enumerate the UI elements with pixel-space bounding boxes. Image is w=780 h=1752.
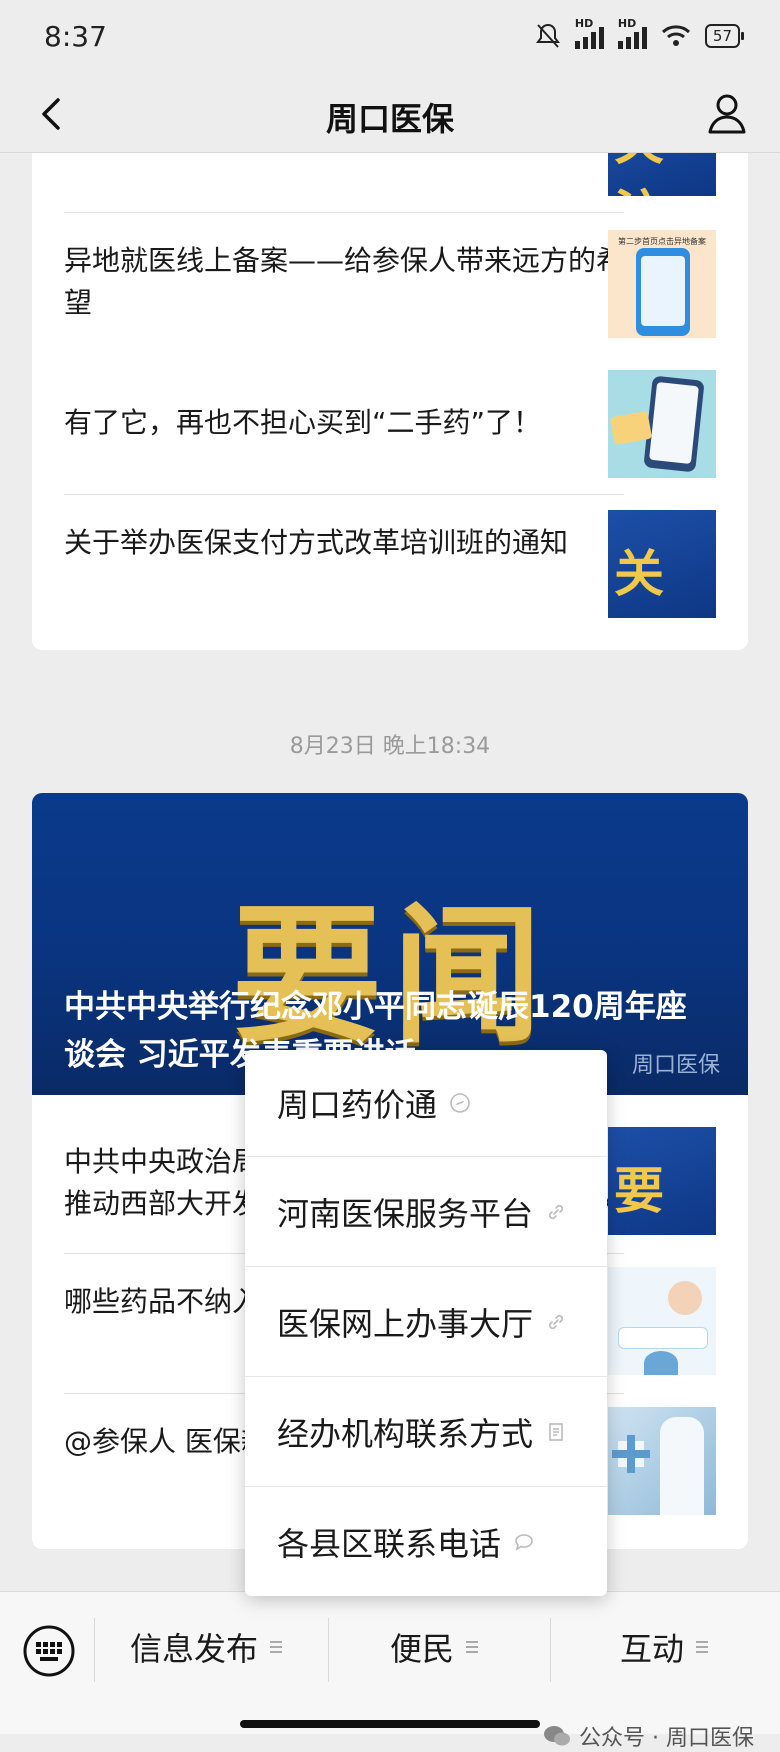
watermark-text: 公众号 · 周口医保 bbox=[579, 1726, 754, 1751]
menu-item-online-hall[interactable]: 医保网上办事大厅 bbox=[245, 1266, 607, 1376]
user-profile-icon[interactable] bbox=[702, 88, 752, 138]
status-icons: HD HD 57 bbox=[535, 17, 745, 50]
article-title: 关于举办医保支付方式改革培训班的通知 bbox=[64, 526, 569, 559]
bell-muted-icon bbox=[535, 23, 560, 48]
article-title: 异地就医线上备案——给参保人带来远方的希望 bbox=[64, 244, 625, 319]
wifi-icon bbox=[661, 25, 690, 46]
divider bbox=[64, 494, 624, 495]
document-icon bbox=[549, 1422, 563, 1441]
menu-item-label: 经办机构联系方式 bbox=[277, 1414, 534, 1453]
page-title: 周口医保 bbox=[325, 100, 454, 138]
menu-convenience[interactable]: 便民 bbox=[390, 1624, 479, 1670]
list-item[interactable]: 关于举办医保支付方式改革培训班的通知 bbox=[64, 522, 624, 564]
back-arrow-icon[interactable] bbox=[30, 90, 78, 138]
watermark: 公众号 · 周口医保 bbox=[543, 1720, 754, 1752]
keyboard-icon[interactable] bbox=[22, 1624, 76, 1678]
link-icon bbox=[548, 1204, 564, 1219]
menu-interaction[interactable]: 互动 bbox=[620, 1624, 709, 1670]
home-indicator[interactable] bbox=[240, 1720, 540, 1728]
cell-signal-icon-2: HD bbox=[617, 17, 647, 49]
article-title: 有了它，再也不担心买到“二手药”了！ bbox=[64, 406, 542, 439]
miniprogram-icon bbox=[450, 1093, 470, 1113]
article-thumbnail[interactable]: 第二步首页点击异地备案 bbox=[608, 230, 716, 338]
bottom-menu-bar: 信息发布 便民 互动 公众号 · 周口医保 bbox=[0, 1591, 780, 1751]
timestamp-label: 8月23日 晚上18:34 bbox=[289, 734, 491, 759]
menu-item-label: 周口药价通 bbox=[277, 1086, 438, 1124]
article-thumbnail[interactable] bbox=[608, 1407, 716, 1515]
cell-signal-icon: HD bbox=[574, 17, 604, 49]
menu-item-henan-service-platform[interactable]: 河南医保服务平台 bbox=[245, 1156, 607, 1266]
hero-source: 周口医保 bbox=[631, 1053, 720, 1078]
list-item[interactable]: 异地就医线上备案——给参保人带来远方的希望 bbox=[64, 240, 624, 324]
nav-bar: 周口医保 bbox=[0, 76, 780, 153]
status-bar: 8:37 HD HD 57 bbox=[0, 0, 780, 76]
article-card-1: 关注 异地就医线上备案——给参保人带来远方的希望 第二步首页点击异地备案 有了它… bbox=[32, 110, 748, 650]
menu-item-label: 医保网上办事大厅 bbox=[277, 1304, 534, 1343]
menu-item-agency-contacts[interactable]: 经办机构联系方式 bbox=[245, 1376, 607, 1486]
divider bbox=[64, 212, 624, 213]
submenu-popup: 周口药价通 河南医保服务平台 医保网上办事大厅 经办机构联系方式 各县区联系电话 bbox=[245, 1050, 607, 1596]
menu-item-label: 各县区联系电话 bbox=[277, 1524, 502, 1563]
battery-indicator: 57 bbox=[704, 24, 745, 48]
menu-item-label: 河南医保服务平台 bbox=[277, 1194, 534, 1233]
divider bbox=[94, 1618, 95, 1682]
chat-bubble-icon bbox=[515, 1533, 533, 1551]
menu-info-release[interactable]: 信息发布 bbox=[130, 1624, 283, 1670]
menu-label: 互动 bbox=[620, 1630, 685, 1668]
menu-item-zhoukou-drug-price[interactable]: 周口药价通 bbox=[245, 1050, 607, 1156]
menu-lines-icon bbox=[466, 1641, 479, 1653]
list-item[interactable]: 有了它，再也不担心买到“二手药”了！ bbox=[64, 402, 624, 444]
menu-lines-icon bbox=[270, 1641, 283, 1653]
menu-lines-icon bbox=[696, 1641, 709, 1653]
article-thumbnail[interactable]: 关注 bbox=[608, 510, 716, 618]
article-thumbnail[interactable]: 要闻 bbox=[608, 1127, 716, 1235]
divider bbox=[328, 1618, 329, 1682]
article-thumbnail[interactable] bbox=[608, 370, 716, 478]
wechat-icon bbox=[544, 1726, 571, 1746]
link-icon bbox=[548, 1314, 564, 1329]
menu-label: 信息发布 bbox=[130, 1630, 259, 1668]
menu-item-county-phones[interactable]: 各县区联系电话 bbox=[245, 1486, 607, 1596]
article-thumbnail[interactable] bbox=[608, 1267, 716, 1375]
divider bbox=[550, 1618, 551, 1682]
menu-label: 便民 bbox=[390, 1630, 455, 1668]
status-time: 8:37 bbox=[44, 20, 107, 53]
